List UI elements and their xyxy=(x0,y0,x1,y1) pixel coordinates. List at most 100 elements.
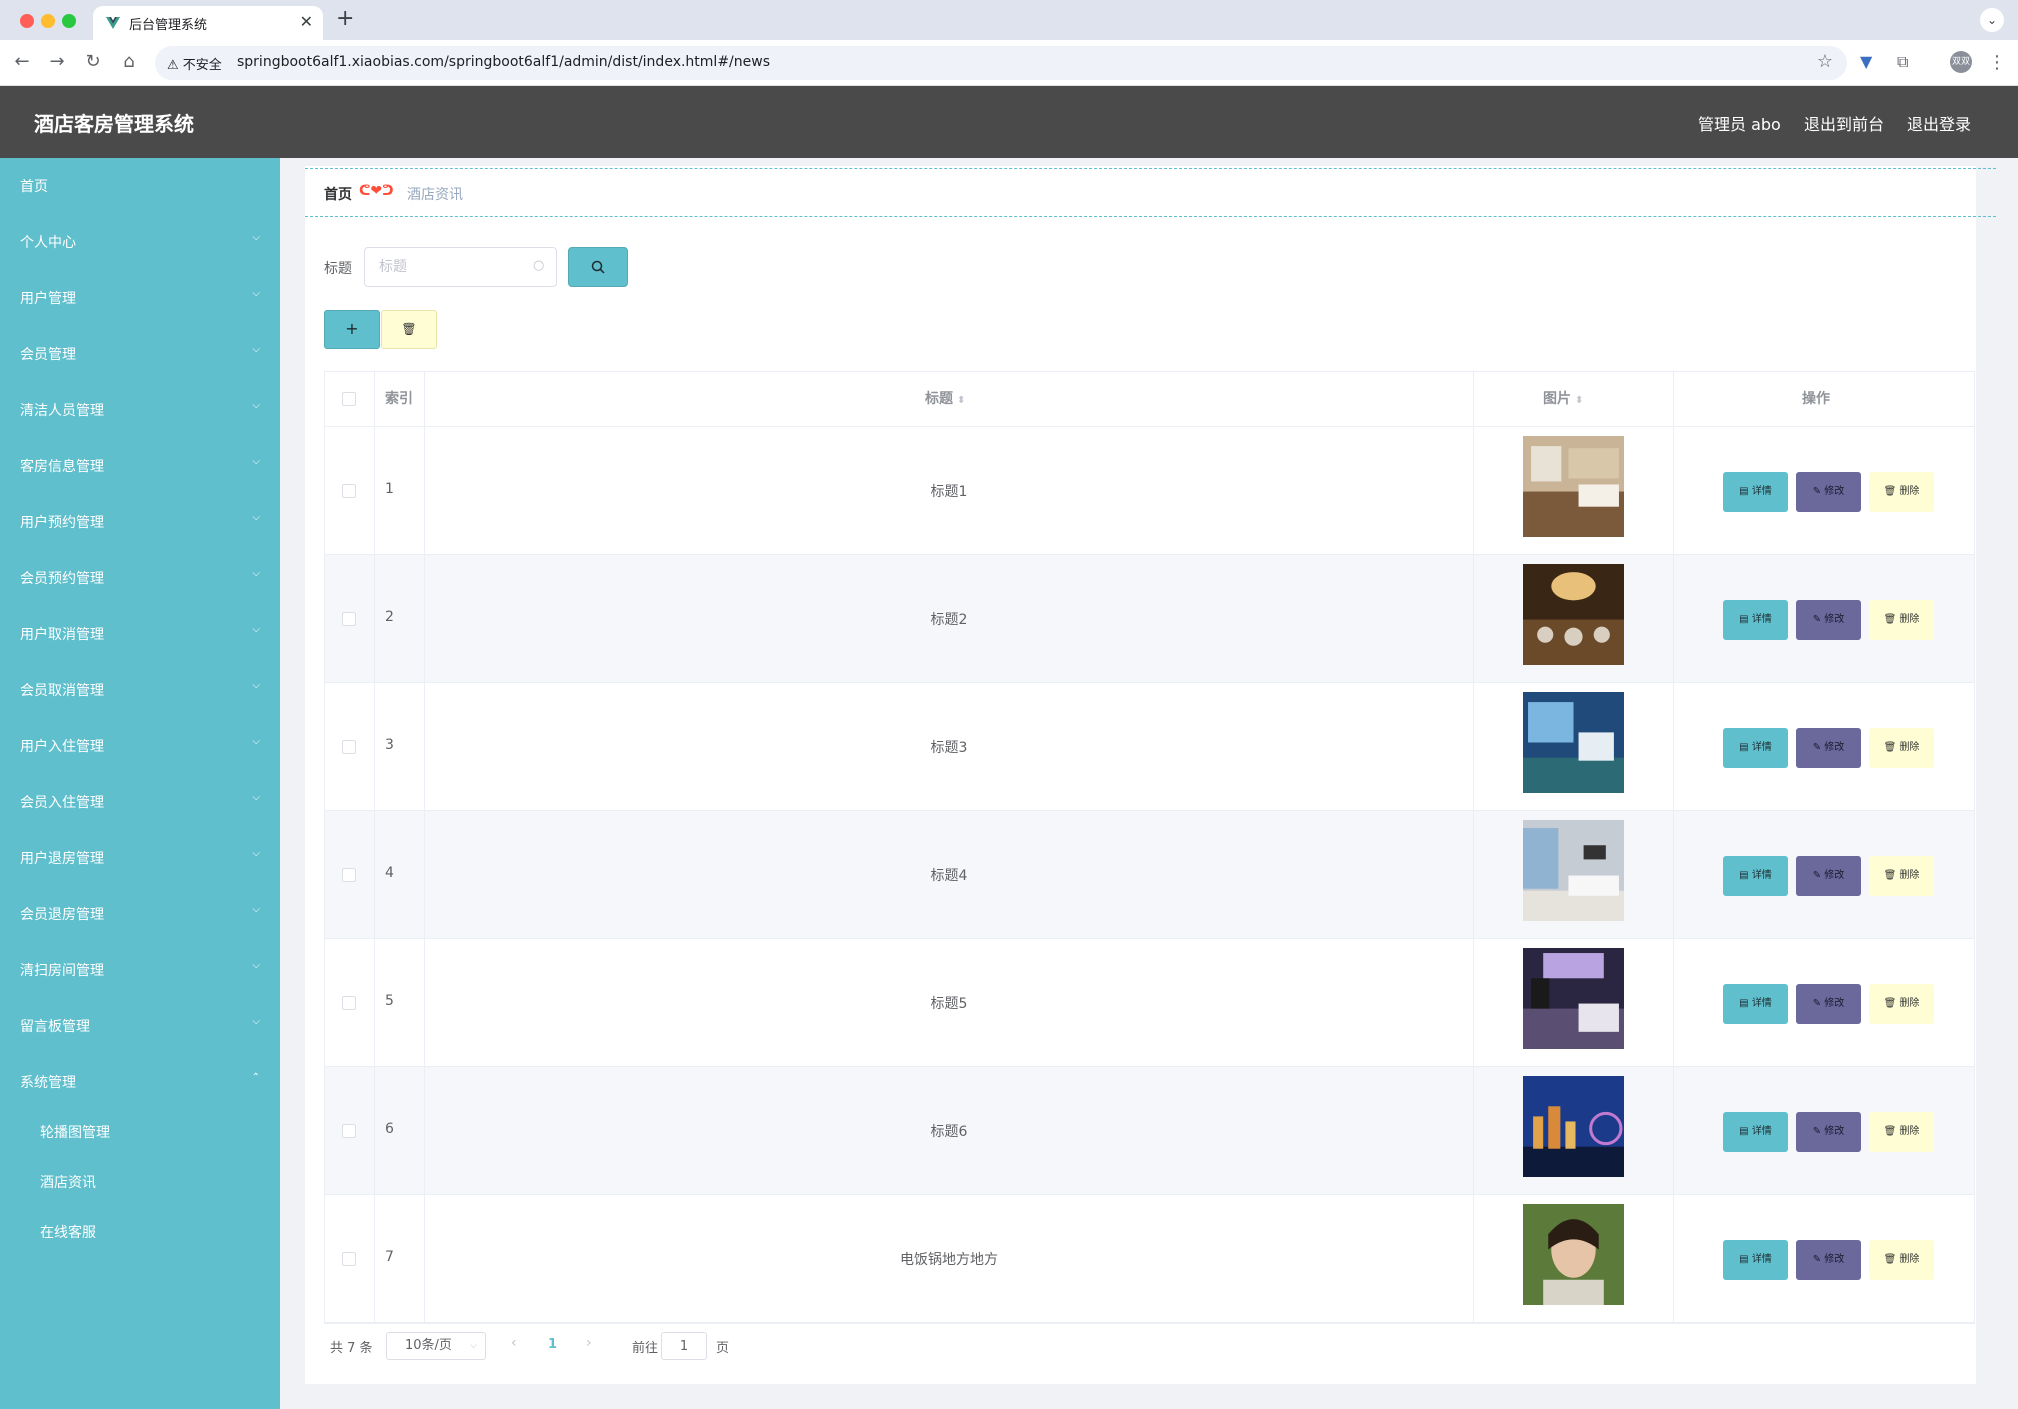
detail-button[interactable]: ▤ 详情 xyxy=(1723,728,1788,768)
extension-vue-icon[interactable]: ▼ xyxy=(1860,52,1872,71)
address-bar[interactable]: ⚠ 不安全 springboot6alf1.xiaobias.com/sprin… xyxy=(155,46,1847,80)
logout-link[interactable]: 退出登录 xyxy=(1907,111,1971,135)
sidebar-item-member-cancel[interactable]: 会员取消管理 ⌵ xyxy=(0,669,280,709)
row-thumbnail-image[interactable] xyxy=(1523,1076,1624,1177)
insecure-indicator[interactable]: ⚠ 不安全 xyxy=(167,54,222,73)
page-size-select[interactable]: 10条/页 ⌵ xyxy=(386,1332,486,1360)
tab-close-icon[interactable]: ✕ xyxy=(300,12,313,31)
bulk-delete-button[interactable]: 🗑 xyxy=(381,310,437,349)
sidebar-item-user-checkout[interactable]: 用户退房管理 ⌵ xyxy=(0,837,280,877)
chevron-down-icon: ⌵ xyxy=(252,792,260,803)
detail-label: 详情 xyxy=(1751,486,1772,497)
detail-button[interactable]: ▤ 详情 xyxy=(1723,1112,1788,1152)
back-icon[interactable]: ← xyxy=(10,51,34,72)
edit-button[interactable]: ✎ 修改 xyxy=(1796,728,1861,768)
sidebar-item-room-cleaning[interactable]: 清扫房间管理 ⌵ xyxy=(0,949,280,989)
row-checkbox[interactable] xyxy=(342,1252,356,1266)
edit-button[interactable]: ✎ 修改 xyxy=(1796,472,1861,512)
sidebar-item-cleaner-management[interactable]: 清洁人员管理 ⌵ xyxy=(0,389,280,429)
search-button[interactable] xyxy=(568,247,628,287)
column-header-title[interactable]: 标题 ⬍ xyxy=(925,372,965,427)
column-header-image[interactable]: 图片 ⬍ xyxy=(1543,372,1583,427)
pencil-icon: ✎ xyxy=(1812,486,1825,497)
extensions-puzzle-icon[interactable]: ⧉ xyxy=(1897,52,1908,72)
delete-button[interactable]: 🗑 删除 xyxy=(1869,1240,1934,1280)
goto-page-input[interactable] xyxy=(661,1332,707,1360)
sidebar-item-system-management[interactable]: 系统管理 ⌃ xyxy=(0,1061,280,1101)
tab-search-icon[interactable]: ⌄ xyxy=(1980,8,2004,32)
sidebar-item-member-checkin[interactable]: 会员入住管理 ⌵ xyxy=(0,781,280,821)
row-thumbnail-image[interactable] xyxy=(1523,948,1624,1049)
delete-button[interactable]: 🗑 删除 xyxy=(1869,984,1934,1024)
sort-icon[interactable]: ⬍ xyxy=(957,395,965,406)
sidebar-item-online-service[interactable]: 在线客服 xyxy=(0,1211,280,1251)
sidebar-item-home[interactable]: 首页 xyxy=(0,165,280,205)
sidebar-item-carousel[interactable]: 轮播图管理 xyxy=(0,1111,280,1151)
home-icon[interactable]: ⌂ xyxy=(117,51,141,72)
delete-button[interactable]: 🗑 删除 xyxy=(1869,728,1934,768)
row-thumbnail-image[interactable] xyxy=(1523,564,1624,665)
forward-icon[interactable]: → xyxy=(45,51,69,72)
row-thumbnail-image[interactable] xyxy=(1523,436,1624,537)
detail-button[interactable]: ▤ 详情 xyxy=(1723,1240,1788,1280)
pencil-icon: ✎ xyxy=(1812,998,1825,1009)
window-close-dot[interactable] xyxy=(20,14,34,28)
sidebar-item-room-info[interactable]: 客房信息管理 ⌵ xyxy=(0,445,280,485)
reload-icon[interactable]: ↻ xyxy=(81,51,105,72)
sidebar-item-user-management[interactable]: 用户管理 ⌵ xyxy=(0,277,280,317)
row-checkbox[interactable] xyxy=(342,612,356,626)
new-tab-icon[interactable]: + xyxy=(336,6,354,31)
browser-menu-icon[interactable]: ⋮ xyxy=(1988,52,2006,73)
sidebar-item-member-checkout[interactable]: 会员退房管理 ⌵ xyxy=(0,893,280,933)
detail-label: 详情 xyxy=(1751,1126,1772,1137)
sidebar-item-member-booking[interactable]: 会员预约管理 ⌵ xyxy=(0,557,280,597)
profile-avatar[interactable]: 双双 xyxy=(1950,51,1972,73)
row-checkbox[interactable] xyxy=(342,1124,356,1138)
detail-button[interactable]: ▤ 详情 xyxy=(1723,600,1788,640)
row-checkbox[interactable] xyxy=(342,996,356,1010)
delete-button[interactable]: 🗑 删除 xyxy=(1869,600,1934,640)
next-page-icon[interactable]: › xyxy=(586,1335,592,1351)
sidebar-item-personal-center[interactable]: 个人中心 ⌵ xyxy=(0,221,280,261)
chevron-down-icon: ⌵ xyxy=(252,736,260,747)
edit-button[interactable]: ✎ 修改 xyxy=(1796,1112,1861,1152)
edit-button[interactable]: ✎ 修改 xyxy=(1796,1240,1861,1280)
title-search-input[interactable] xyxy=(364,247,557,287)
delete-label: 删除 xyxy=(1899,870,1920,881)
delete-button[interactable]: 🗑 删除 xyxy=(1869,472,1934,512)
select-all-checkbox[interactable] xyxy=(342,392,356,406)
page-number-current[interactable]: 1 xyxy=(548,1337,557,1352)
edit-button[interactable]: ✎ 修改 xyxy=(1796,856,1861,896)
delete-button[interactable]: 🗑 删除 xyxy=(1869,1112,1934,1152)
browser-tab[interactable]: 后台管理系统 ✕ xyxy=(93,6,323,40)
prev-page-icon[interactable]: ‹ xyxy=(511,1335,517,1351)
sidebar-item-member-management[interactable]: 会员管理 ⌵ xyxy=(0,333,280,373)
delete-button[interactable]: 🗑 删除 xyxy=(1869,856,1934,896)
sidebar-item-label: 在线客服 xyxy=(40,1225,96,1241)
detail-button[interactable]: ▤ 详情 xyxy=(1723,984,1788,1024)
sidebar-item-user-cancel[interactable]: 用户取消管理 ⌵ xyxy=(0,613,280,653)
chevron-down-icon: ⌵ xyxy=(252,288,260,299)
edit-button[interactable]: ✎ 修改 xyxy=(1796,600,1861,640)
breadcrumb-home[interactable]: 首页 xyxy=(324,184,352,204)
detail-button[interactable]: ▤ 详情 xyxy=(1723,472,1788,512)
sidebar-item-message-board[interactable]: 留言板管理 ⌵ xyxy=(0,1005,280,1045)
row-thumbnail-image[interactable] xyxy=(1523,692,1624,793)
sidebar-item-hotel-news[interactable]: 酒店资讯 xyxy=(0,1161,280,1201)
detail-button[interactable]: ▤ 详情 xyxy=(1723,856,1788,896)
window-minimize-dot[interactable] xyxy=(41,14,55,28)
add-button[interactable]: + xyxy=(324,310,380,349)
row-checkbox[interactable] xyxy=(342,484,356,498)
row-thumbnail-image[interactable] xyxy=(1523,1204,1624,1305)
sort-icon[interactable]: ⬍ xyxy=(1575,395,1583,406)
edit-button[interactable]: ✎ 修改 xyxy=(1796,984,1861,1024)
sidebar-item-user-checkin[interactable]: 用户入住管理 ⌵ xyxy=(0,725,280,765)
row-checkbox[interactable] xyxy=(342,740,356,754)
sidebar-item-user-booking[interactable]: 用户预约管理 ⌵ xyxy=(0,501,280,541)
back-to-front-link[interactable]: 退出到前台 xyxy=(1804,111,1884,135)
window-zoom-dot[interactable] xyxy=(62,14,76,28)
row-thumbnail-image[interactable] xyxy=(1523,820,1624,921)
row-checkbox[interactable] xyxy=(342,868,356,882)
url-text[interactable]: springboot6alf1.xiaobias.com/springboot6… xyxy=(237,54,770,70)
bookmark-star-icon[interactable]: ☆ xyxy=(1817,51,1833,72)
